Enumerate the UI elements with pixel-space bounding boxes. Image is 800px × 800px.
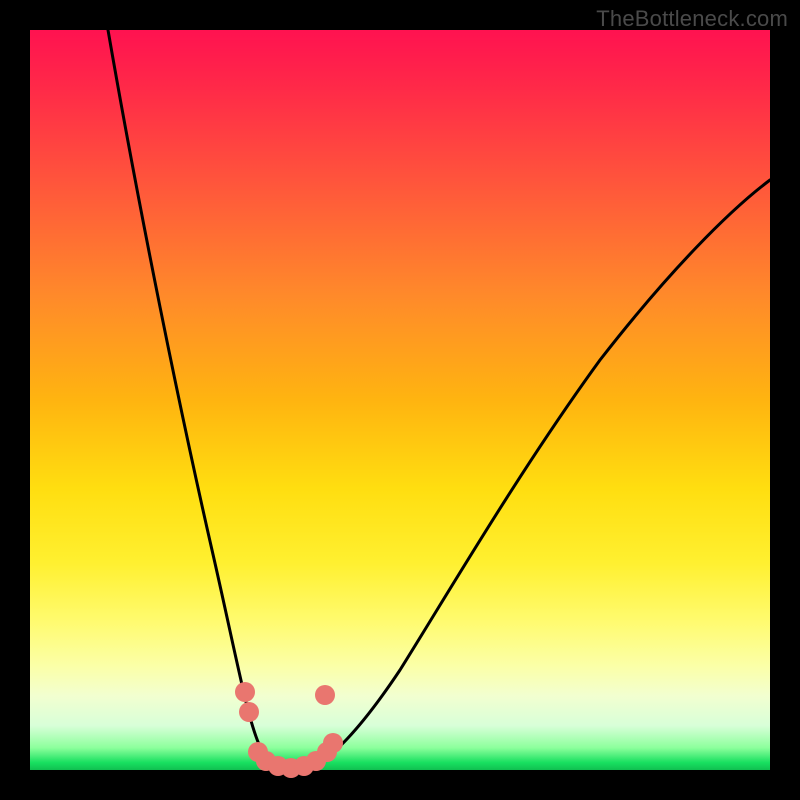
marker-dot: [235, 682, 255, 702]
curve-right-branch: [310, 180, 770, 768]
marker-dot: [315, 685, 335, 705]
watermark-text: TheBottleneck.com: [596, 6, 788, 32]
plot-area: [30, 30, 770, 770]
chart-frame: TheBottleneck.com: [0, 0, 800, 800]
marker-dot: [239, 702, 259, 722]
curve-left-branch: [108, 30, 272, 765]
curve-layer: [30, 30, 770, 770]
marker-cluster: [235, 682, 343, 778]
marker-dot: [323, 733, 343, 753]
